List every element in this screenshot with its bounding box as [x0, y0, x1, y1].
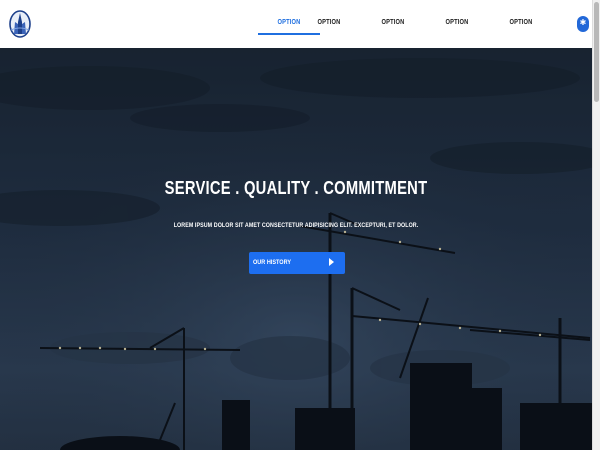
- page: OPTION OPTION OPTION OPTION OPTION ✱ SER…: [0, 0, 600, 450]
- building-logo-icon[interactable]: [9, 10, 31, 38]
- top-navbar: OPTION OPTION OPTION OPTION OPTION ✱: [0, 0, 592, 48]
- nav-option-4[interactable]: OPTION: [426, 0, 488, 48]
- nav-option-3-label: OPTION: [381, 19, 405, 26]
- star-button[interactable]: ✱: [577, 16, 589, 32]
- scrollbar-thumb[interactable]: [594, 2, 599, 102]
- hero-section: SERVICE . QUALITY . COMMITMENT LOREM IPS…: [0, 48, 592, 450]
- nav-option-2-label: OPTION: [317, 19, 341, 26]
- our-history-button[interactable]: OUR HISTORY: [249, 252, 345, 274]
- nav-option-5[interactable]: OPTION: [490, 0, 552, 48]
- hero-title: SERVICE . QUALITY . COMMITMENT: [164, 178, 428, 198]
- our-history-label: OUR HISTORY: [253, 259, 292, 266]
- nav-option-3[interactable]: OPTION: [362, 0, 424, 48]
- nav-option-5-label: OPTION: [509, 19, 533, 26]
- play-arrow-icon: [329, 258, 334, 266]
- star-icon: ✱: [579, 18, 587, 27]
- nav-option-4-label: OPTION: [445, 19, 469, 26]
- hero-subtitle: LOREM IPSUM DOLOR SIT AMET CONSECTETUR A…: [173, 222, 419, 229]
- page-scrollbar[interactable]: [592, 0, 600, 450]
- nav-option-2[interactable]: OPTION: [298, 0, 360, 48]
- hero-background-image: [0, 48, 592, 450]
